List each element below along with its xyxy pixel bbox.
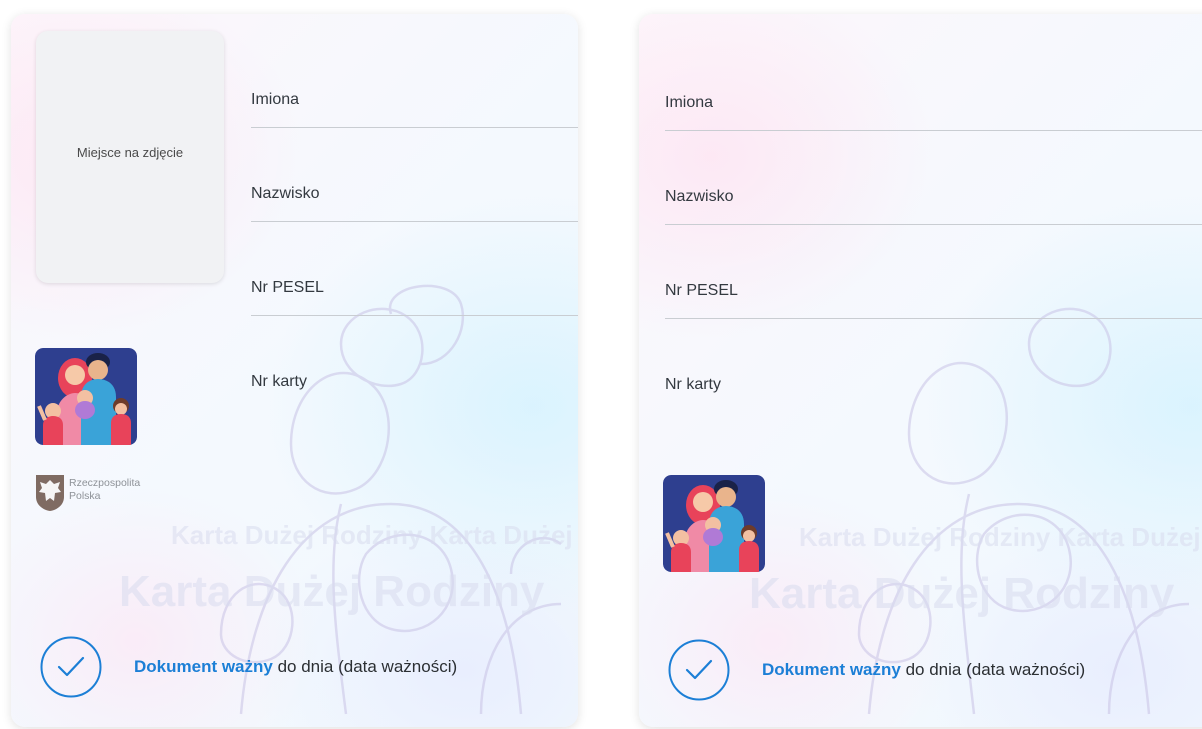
validity-text: Dokument ważny do dnia (data ważności) — [134, 657, 457, 677]
validity-status: Dokument ważny do dnia (data ważności) — [40, 636, 457, 698]
validity-date-label: do dnia (data ważności) — [277, 657, 458, 676]
family-card-front-variant-a: Karta Dużej Rodziny Karta Dużej Karta Du… — [11, 14, 578, 727]
field-pesel: Nr PESEL — [251, 255, 578, 316]
watermark-text-large: Karta Dużej Rodziny — [749, 569, 1175, 618]
watermark-text-large: Karta Dużej Rodziny — [119, 567, 545, 616]
emblem-caption: Rzeczpospolita Polska — [69, 477, 140, 503]
field-surname: Nazwisko — [665, 164, 1202, 225]
field-label: Imiona — [251, 91, 300, 108]
field-label: Nr PESEL — [665, 282, 738, 299]
check-circle-icon — [40, 636, 102, 698]
emblem-line-1: Rzeczpospolita — [69, 477, 141, 489]
field-card-number: Nr karty — [665, 352, 1202, 412]
validity-status: Dokument ważny do dnia (data ważności) — [668, 639, 1085, 701]
validity-date-label: do dnia (data ważności) — [905, 660, 1086, 679]
stage: Karta Dużej Rodziny Karta Dużej Karta Du… — [0, 0, 1202, 729]
watermark-text-small: Karta Dużej Rodziny Karta Dużej — [799, 522, 1201, 552]
field-label: Nr karty — [251, 373, 307, 390]
photo-placeholder-label: Miejsce na zdjęcie — [76, 144, 184, 160]
watermark-text-small: Karta Dużej Rodziny Karta Dużej — [171, 520, 573, 550]
validity-text: Dokument ważny do dnia (data ważności) — [762, 660, 1085, 680]
field-first-names: Imiona — [251, 67, 578, 128]
field-label: Nazwisko — [251, 185, 320, 202]
family-logo-icon — [35, 348, 137, 445]
field-pesel: Nr PESEL — [665, 258, 1202, 319]
validity-strong: Dokument ważny — [762, 660, 901, 679]
field-label: Nr PESEL — [251, 279, 324, 296]
state-emblem: Rzeczpospolita Polska — [35, 474, 140, 512]
field-card-number: Nr karty — [251, 349, 578, 409]
eagle-emblem-icon — [36, 475, 64, 511]
family-logo-icon — [663, 475, 765, 572]
check-circle-icon — [668, 639, 730, 701]
field-surname: Nazwisko — [251, 161, 578, 222]
photo-placeholder[interactable]: Miejsce na zdjęcie — [36, 31, 224, 283]
validity-strong: Dokument ważny — [134, 657, 273, 676]
field-label: Imiona — [665, 94, 714, 111]
family-card-front-variant-b: Karta Dużej Rodziny Karta Dużej Karta Du… — [639, 14, 1202, 727]
field-label: Nr karty — [665, 376, 721, 393]
field-first-names: Imiona — [665, 70, 1202, 131]
emblem-line-2: Polska — [69, 490, 101, 502]
field-label: Nazwisko — [665, 188, 734, 205]
